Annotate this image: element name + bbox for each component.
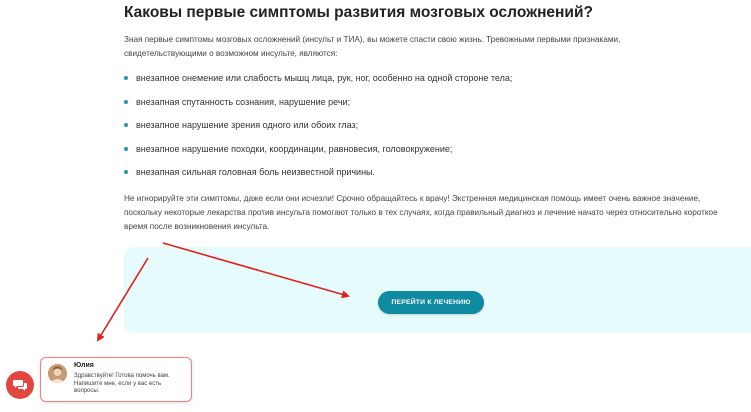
chat-agent-name: Юлия bbox=[74, 362, 94, 369]
intro-paragraph: Зная первые симптомы мозговых осложнений… bbox=[124, 35, 621, 58]
bullet-dot bbox=[124, 123, 128, 127]
list-item: внезапное нарушение зрения одного или об… bbox=[124, 119, 512, 143]
chat-popup[interactable]: Юлия Здравствуйте! Готова помочь вам. На… bbox=[40, 357, 192, 402]
symptom-text: внезапная сильная головная боль неизвест… bbox=[136, 167, 376, 177]
list-item: внезапная сильная головная боль неизвест… bbox=[124, 166, 512, 190]
chat-bubbles-icon bbox=[13, 379, 27, 391]
bullet-dot bbox=[124, 99, 128, 104]
symptom-text: внезапное онемение или слабость мышц лиц… bbox=[136, 73, 513, 83]
bullet-dot bbox=[124, 170, 128, 174]
bullet-dot bbox=[124, 146, 128, 151]
chat-message: Здравствуйте! Готова помочь вам. Напишит… bbox=[74, 373, 170, 394]
symptom-text: внезапное нарушение походки, координации… bbox=[136, 143, 453, 154]
chat-open-button[interactable] bbox=[6, 371, 34, 399]
warning-paragraph: Не игнорируйте эти симптомы, даже если о… bbox=[124, 194, 718, 231]
list-item: внезапное нарушение походки, координации… bbox=[124, 143, 512, 167]
symptom-text: внезапная спутанность сознания, нарушени… bbox=[136, 96, 351, 107]
section-title: Каковы первые симптомы развития мозговых… bbox=[124, 4, 593, 21]
list-item: внезапная спутанность сознания, нарушени… bbox=[124, 96, 512, 120]
symptom-text: внезапное нарушение зрения одного или об… bbox=[136, 120, 359, 130]
bullet-dot bbox=[124, 76, 128, 80]
list-item: внезапное онемение или слабость мышц лиц… bbox=[124, 72, 512, 96]
cta-panel bbox=[124, 247, 751, 333]
go-to-treatment-button[interactable]: ПЕРЕЙТИ К ЛЕЧЕНИЮ bbox=[378, 291, 484, 314]
symptoms-list: внезапное онемение или слабость мышц лиц… bbox=[124, 72, 512, 190]
avatar bbox=[48, 364, 67, 383]
